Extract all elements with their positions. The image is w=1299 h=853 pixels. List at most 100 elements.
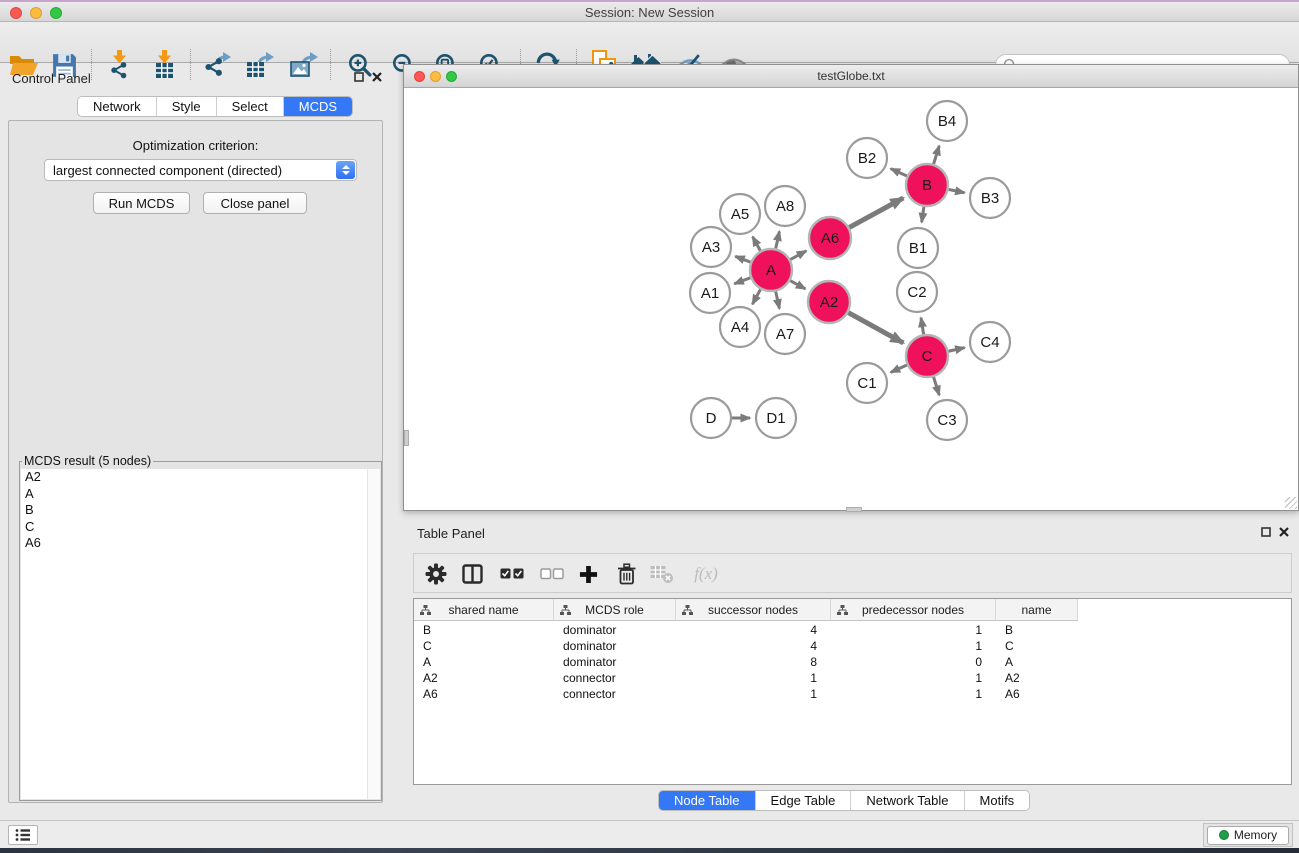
column-header-mcds-role[interactable]: MCDS role [554, 599, 676, 621]
edge-C-C3[interactable] [934, 377, 940, 395]
column-header-name[interactable]: name [996, 599, 1078, 621]
close-panel-icon[interactable] [372, 72, 382, 82]
deselect-all-icon[interactable] [538, 562, 566, 586]
edge-B-B2[interactable] [891, 169, 907, 176]
edge-C-C4[interactable] [948, 348, 964, 352]
close-panel-icon[interactable] [1279, 527, 1289, 537]
delete-table-icon[interactable] [648, 562, 676, 586]
cell-shared-name[interactable]: B [414, 622, 554, 638]
result-list-scrollbar[interactable] [367, 469, 380, 799]
result-item[interactable]: A6 [21, 535, 380, 552]
graph-node-A4[interactable]: A4 [720, 307, 760, 347]
graph-node-B3[interactable]: B3 [970, 178, 1010, 218]
show-columns-icon[interactable] [458, 562, 486, 586]
cell-successor-nodes[interactable]: 1 [676, 670, 831, 686]
cell-name[interactable]: B [996, 622, 1078, 638]
settings-gear-icon[interactable] [422, 562, 450, 586]
cell-successor-nodes[interactable]: 4 [676, 622, 831, 638]
criterion-dropdown[interactable]: largest connected component (directed) [44, 159, 357, 181]
graph-node-C2[interactable]: C2 [897, 272, 937, 312]
bottom-splitter-grip[interactable] [846, 507, 862, 512]
edge-C-C1[interactable] [891, 365, 907, 372]
edge-C-C2[interactable] [921, 318, 924, 335]
function-builder-icon[interactable]: f(x) [686, 562, 726, 586]
graph-node-A6[interactable]: A6 [809, 217, 851, 259]
cell-name[interactable]: C [996, 638, 1078, 654]
table-row[interactable]: Bdominator41B [414, 622, 1291, 638]
mcds-result-list[interactable]: A2ABCA6 [21, 469, 380, 799]
graph-node-B2[interactable]: B2 [847, 138, 887, 178]
cell-successor-nodes[interactable]: 4 [676, 638, 831, 654]
tab-motifs[interactable]: Motifs [965, 791, 1030, 810]
window-resize-corner[interactable] [1285, 497, 1297, 509]
graph-node-A[interactable]: A [750, 249, 792, 291]
graph-node-D[interactable]: D [691, 398, 731, 438]
column-header-shared-name[interactable]: shared name [414, 599, 554, 621]
edge-A-A7[interactable] [776, 291, 780, 308]
result-item[interactable]: A [21, 486, 380, 503]
edge-A-A4[interactable] [752, 289, 760, 304]
graph-node-A8[interactable]: A8 [765, 186, 805, 226]
edge-A-A2[interactable] [790, 281, 805, 289]
cell-mcds-role[interactable]: connector [554, 670, 676, 686]
tab-node-table[interactable]: Node Table [659, 791, 756, 810]
graph-node-B1[interactable]: B1 [898, 228, 938, 268]
edge-B-B4[interactable] [934, 146, 940, 164]
cell-predecessor-nodes[interactable]: 1 [831, 686, 996, 702]
edge-A-A3[interactable] [735, 256, 750, 262]
select-all-icon[interactable] [498, 562, 526, 586]
edge-B-B3[interactable] [949, 189, 965, 192]
graph-node-A7[interactable]: A7 [765, 314, 805, 354]
cell-predecessor-nodes[interactable]: 0 [831, 654, 996, 670]
edge-B-B1[interactable] [922, 207, 924, 222]
cell-predecessor-nodes[interactable]: 1 [831, 670, 996, 686]
table-row[interactable]: Adominator80A [414, 654, 1291, 670]
float-panel-icon[interactable] [1261, 527, 1271, 537]
cell-name[interactable]: A2 [996, 670, 1078, 686]
cell-shared-name[interactable]: A2 [414, 670, 554, 686]
memory-button[interactable]: Memory [1207, 826, 1289, 845]
cell-mcds-role[interactable]: dominator [554, 654, 676, 670]
cell-successor-nodes[interactable]: 1 [676, 686, 831, 702]
tab-network[interactable]: Network [78, 97, 157, 116]
result-item[interactable]: C [21, 519, 380, 536]
result-item[interactable]: B [21, 502, 380, 519]
add-column-icon[interactable] [574, 562, 602, 586]
graph-node-A1[interactable]: A1 [690, 273, 730, 313]
table-row[interactable]: A2connector11A2 [414, 670, 1291, 686]
column-header-predecessor-nodes[interactable]: predecessor nodes [831, 599, 996, 621]
tab-edge-table[interactable]: Edge Table [756, 791, 852, 810]
cell-predecessor-nodes[interactable]: 1 [831, 638, 996, 654]
graph-node-D1[interactable]: D1 [756, 398, 796, 438]
cell-predecessor-nodes[interactable]: 1 [831, 622, 996, 638]
cell-mcds-role[interactable]: dominator [554, 638, 676, 654]
edge-A-A1[interactable] [734, 278, 750, 284]
edge-A6-B[interactable] [849, 198, 903, 228]
network-canvas[interactable]: B4B2BB3A5A8A6A3B1AA1C2A2A4A7C4CC1C3DD1 [404, 88, 1298, 510]
graph-node-C[interactable]: C [906, 335, 948, 377]
tab-style[interactable]: Style [157, 97, 217, 116]
cell-mcds-role[interactable]: connector [554, 686, 676, 702]
edge-A-A5[interactable] [753, 237, 761, 251]
edge-A2-C[interactable] [848, 313, 903, 343]
tab-select[interactable]: Select [217, 97, 284, 116]
graph-node-B[interactable]: B [906, 164, 948, 206]
edge-A-A8[interactable] [776, 231, 780, 248]
cell-name[interactable]: A6 [996, 686, 1078, 702]
close-panel-button[interactable]: Close panel [203, 192, 307, 214]
result-item[interactable]: A2 [21, 469, 380, 486]
tab-network-table[interactable]: Network Table [851, 791, 964, 810]
cell-name[interactable]: A [996, 654, 1078, 670]
graph-node-B4[interactable]: B4 [927, 101, 967, 141]
cell-successor-nodes[interactable]: 8 [676, 654, 831, 670]
graph-node-C1[interactable]: C1 [847, 363, 887, 403]
cell-shared-name[interactable]: C [414, 638, 554, 654]
tab-mcds[interactable]: MCDS [284, 97, 352, 116]
graph-node-C3[interactable]: C3 [927, 400, 967, 440]
left-splitter-grip[interactable] [404, 430, 409, 446]
cell-shared-name[interactable]: A6 [414, 686, 554, 702]
run-mcds-button[interactable]: Run MCDS [93, 192, 190, 214]
graph-node-A3[interactable]: A3 [691, 227, 731, 267]
edge-A-A6[interactable] [790, 251, 806, 260]
graph-node-C4[interactable]: C4 [970, 322, 1010, 362]
